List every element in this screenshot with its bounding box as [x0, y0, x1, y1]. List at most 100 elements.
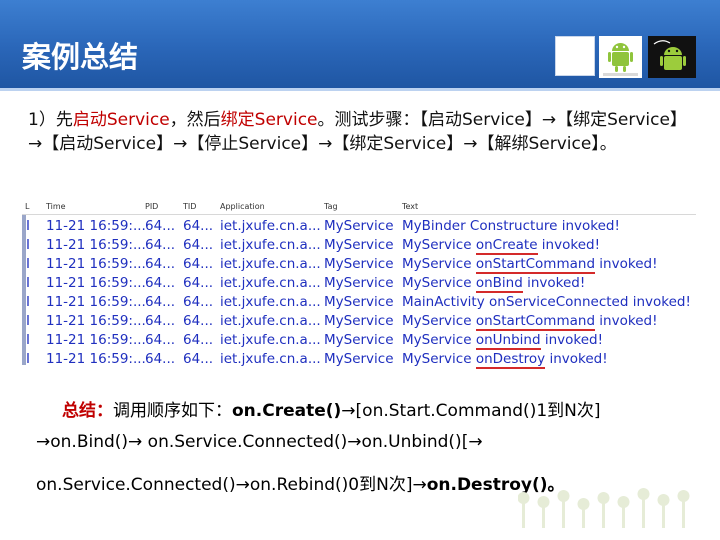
log-row[interactable]: I 11-21 16:59:... 64... 64... iet.jxufe.cn.a…: [22, 255, 696, 274]
android-icon: [599, 36, 642, 78]
log-time: 11-21 16:59:...: [46, 218, 146, 234]
log-message-part: invoked!: [522, 275, 586, 291]
log-message: MyService onUnbind invoked!: [402, 332, 603, 350]
log-pid: 64...: [145, 294, 176, 310]
log-tid: 64...: [183, 237, 214, 253]
log-message: MyService onBind invoked!: [402, 275, 586, 293]
slide-header: 案例总结: [0, 0, 720, 88]
column-header-time[interactable]: Time: [46, 202, 66, 211]
log-level: I: [26, 218, 30, 234]
log-tid: 64...: [183, 313, 214, 329]
intro-paragraph: 1）先启动Service，然后绑定Service。测试步骤：【启动Service…: [28, 108, 693, 156]
log-row[interactable]: I 11-21 16:59:... 64... 64... iet.jxufe.cn.a…: [22, 312, 696, 331]
log-application: iet.jxufe.cn.a...: [220, 218, 321, 234]
log-message-callback: onDestroy: [475, 351, 546, 369]
log-message-callback: onStartCommand: [475, 313, 596, 331]
page-title: 案例总结: [22, 40, 139, 74]
log-application: iet.jxufe.cn.a...: [220, 256, 321, 272]
column-header-level[interactable]: L: [25, 202, 29, 211]
summary-oncreate: on.Create(): [232, 401, 342, 421]
log-pid: 64...: [145, 256, 176, 272]
log-tid: 64...: [183, 218, 214, 234]
log-message: MyService onStartCommand invoked!: [402, 256, 658, 274]
log-message-part: invoked!: [545, 351, 608, 367]
log-level: I: [26, 256, 30, 272]
log-message-part: invoked!: [595, 313, 658, 329]
log-time: 11-21 16:59:...: [46, 294, 146, 310]
log-row[interactable]: I 11-21 16:59:... 64... 64... iet.jxufe.cn.a…: [22, 350, 696, 369]
log-time: 11-21 16:59:...: [46, 237, 146, 253]
column-header-tid[interactable]: TID: [183, 202, 196, 211]
log-tag: MyService: [324, 275, 394, 291]
column-header-tag[interactable]: Tag: [324, 202, 338, 211]
log-message: MyService onCreate invoked!: [402, 237, 600, 255]
log-tag: MyService: [324, 313, 394, 329]
log-level: I: [26, 351, 30, 367]
log-application: iet.jxufe.cn.a...: [220, 275, 321, 291]
log-time: 11-21 16:59:...: [46, 332, 146, 348]
log-tid: 64...: [183, 275, 214, 291]
log-message-part: MyService: [402, 275, 476, 291]
summary-text: 调用顺序如下：: [113, 401, 232, 421]
log-message-callback: onServiceConnected invoked!: [489, 294, 691, 310]
summary-label: 总结：: [62, 401, 113, 421]
intro-highlight-bind: 绑定Service: [220, 110, 318, 130]
log-tag: MyService: [324, 294, 394, 310]
log-row[interactable]: I 11-21 16:59:... 64... 64... iet.jxufe.cn.a…: [22, 217, 696, 236]
log-pid: 64...: [145, 313, 176, 329]
log-tid: 64...: [183, 294, 214, 310]
log-row[interactable]: I 11-21 16:59:... 64... 64... iet.jxufe.cn.a…: [22, 236, 696, 255]
log-pid: 64...: [145, 351, 176, 367]
log-row[interactable]: I 11-21 16:59:... 64... 64... iet.jxufe.cn.a…: [22, 331, 696, 350]
log-message-part: MyService: [402, 237, 476, 253]
log-level: I: [26, 237, 30, 253]
log-application: iet.jxufe.cn.a...: [220, 237, 321, 253]
log-time: 11-21 16:59:...: [46, 351, 146, 367]
column-header-application[interactable]: Application: [220, 202, 265, 211]
intro-text: ，然后: [169, 110, 221, 130]
log-level: I: [26, 332, 30, 348]
log-tid: 64...: [183, 332, 214, 348]
log-tag: MyService: [324, 351, 394, 367]
log-tid: 64...: [183, 351, 214, 367]
log-message-callback: onCreate: [475, 237, 538, 255]
log-row[interactable]: I 11-21 16:59:... 64... 64... iet.jxufe.cn.a…: [22, 274, 696, 293]
decorative-plants: [518, 488, 690, 528]
log-message-part: MyService: [402, 313, 476, 329]
log-message-callback: Binder Constructure invoked!: [421, 218, 620, 234]
log-tid: 64...: [183, 256, 214, 272]
log-pid: 64...: [145, 218, 176, 234]
column-header-pid[interactable]: PID: [145, 202, 158, 211]
log-message-part: invoked!: [537, 237, 600, 253]
log-time: 11-21 16:59:...: [46, 313, 146, 329]
log-message-part: My: [402, 218, 422, 234]
log-time: 11-21 16:59:...: [46, 275, 146, 291]
log-pid: 64...: [145, 275, 176, 291]
log-pid: 64...: [145, 237, 176, 253]
log-time: 11-21 16:59:...: [46, 256, 146, 272]
log-tag: MyService: [324, 218, 394, 234]
log-application: iet.jxufe.cn.a...: [220, 332, 321, 348]
column-header-text[interactable]: Text: [402, 202, 418, 211]
logcat-header: L Time PID TID Application Tag Text: [22, 198, 696, 215]
android-robot-icon: [648, 36, 696, 78]
summary-line-3: on.Service.Connected()→on.Rebind()0到N次]→…: [36, 470, 565, 495]
log-tag: MyService: [324, 332, 394, 348]
log-level: I: [26, 275, 30, 291]
header-divider: [0, 88, 720, 91]
summary-line-2: →on.Bind()→ on.Service.Connected()→on.Un…: [36, 432, 483, 452]
log-message-part: MyService: [402, 351, 476, 367]
log-tag: MyService: [324, 237, 394, 253]
intro-text: 1）先: [28, 110, 73, 130]
log-tag: MyService: [324, 256, 394, 272]
log-row[interactable]: I 11-21 16:59:... 64... 64... iet.jxufe.cn.a…: [22, 293, 696, 312]
log-message-part: MainActivity: [402, 294, 490, 310]
log-message-part: MyService: [402, 332, 476, 348]
log-application: iet.jxufe.cn.a...: [220, 351, 321, 367]
summary-line-1: 总结：调用顺序如下：on.Create()→[on.Start.Command(…: [62, 396, 601, 421]
log-message-callback: onBind: [475, 275, 523, 293]
log-level: I: [26, 294, 30, 310]
log-message: MyService onStartCommand invoked!: [402, 313, 658, 331]
log-message-part: MyService: [402, 256, 476, 272]
log-application: iet.jxufe.cn.a...: [220, 294, 321, 310]
